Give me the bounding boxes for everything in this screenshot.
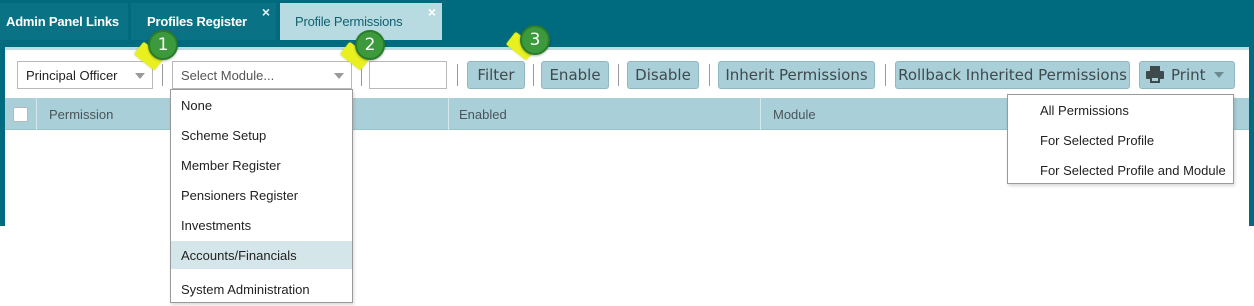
- close-icon[interactable]: ×: [262, 5, 270, 19]
- module-select-placeholder: Select Module...: [181, 67, 275, 83]
- disable-button[interactable]: Disable: [627, 61, 699, 89]
- select-all-cell: [5, 98, 37, 130]
- module-option-none[interactable]: None: [171, 91, 352, 119]
- module-option-scheme-setup[interactable]: Scheme Setup: [171, 121, 352, 149]
- toolbar-separator: [162, 64, 163, 86]
- callout-badge-1: 1: [148, 30, 178, 60]
- module-option-system-administration[interactable]: System Administration: [171, 275, 352, 303]
- chevron-down-icon: [135, 73, 145, 79]
- toolbar-separator: [457, 64, 458, 86]
- module-dropdown-list: None Scheme Setup Member Register Pensio…: [170, 89, 353, 303]
- tab-admin-panel-links[interactable]: Admin Panel Links: [0, 3, 128, 40]
- officer-select-value: Principal Officer: [26, 67, 118, 83]
- enable-button[interactable]: Enable: [541, 61, 609, 89]
- toolbar-separator: [885, 64, 886, 86]
- printer-icon: [1145, 66, 1165, 84]
- tab-label: Profiles Register: [147, 14, 247, 29]
- tab-label: Admin Panel Links: [6, 14, 119, 29]
- module-option-pensioners-register[interactable]: Pensioners Register: [171, 181, 352, 209]
- filter-button[interactable]: Filter: [467, 61, 525, 89]
- chevron-down-icon: [1213, 72, 1224, 78]
- toolbar-separator: [618, 64, 619, 86]
- tab-label: Profile Permissions: [295, 14, 403, 29]
- print-option-selected-profile[interactable]: For Selected Profile: [1008, 125, 1233, 155]
- tab-bar: Admin Panel Links Profiles Register × Pr…: [0, 0, 1254, 42]
- module-option-investments[interactable]: Investments: [171, 211, 352, 239]
- select-all-checkbox[interactable]: [13, 106, 28, 122]
- module-option-accounts-financials[interactable]: Accounts/Financials: [171, 241, 352, 269]
- module-select[interactable]: Select Module...: [172, 61, 352, 89]
- callout-badge-2: 2: [355, 30, 385, 60]
- filter-text-input[interactable]: [369, 61, 447, 89]
- print-option-all-permissions[interactable]: All Permissions: [1008, 95, 1233, 125]
- print-button[interactable]: Print: [1139, 61, 1235, 89]
- print-button-label: Print: [1171, 66, 1206, 84]
- toolbar-separator: [533, 64, 534, 86]
- close-icon[interactable]: ×: [428, 5, 436, 19]
- print-dropdown-menu: All Permissions For Selected Profile For…: [1007, 94, 1234, 184]
- officer-select[interactable]: Principal Officer: [17, 61, 153, 89]
- toolbar-separator: [709, 64, 710, 86]
- rollback-inherited-permissions-button[interactable]: Rollback Inherited Permissions: [895, 61, 1130, 89]
- inherit-permissions-button[interactable]: Inherit Permissions: [718, 61, 875, 89]
- callout-badge-3: 3: [520, 25, 550, 55]
- chevron-down-icon: [334, 73, 344, 79]
- module-option-member-register[interactable]: Member Register: [171, 151, 352, 179]
- column-header-enabled[interactable]: Enabled: [449, 98, 761, 130]
- print-option-selected-profile-and-module[interactable]: For Selected Profile and Module: [1008, 155, 1233, 185]
